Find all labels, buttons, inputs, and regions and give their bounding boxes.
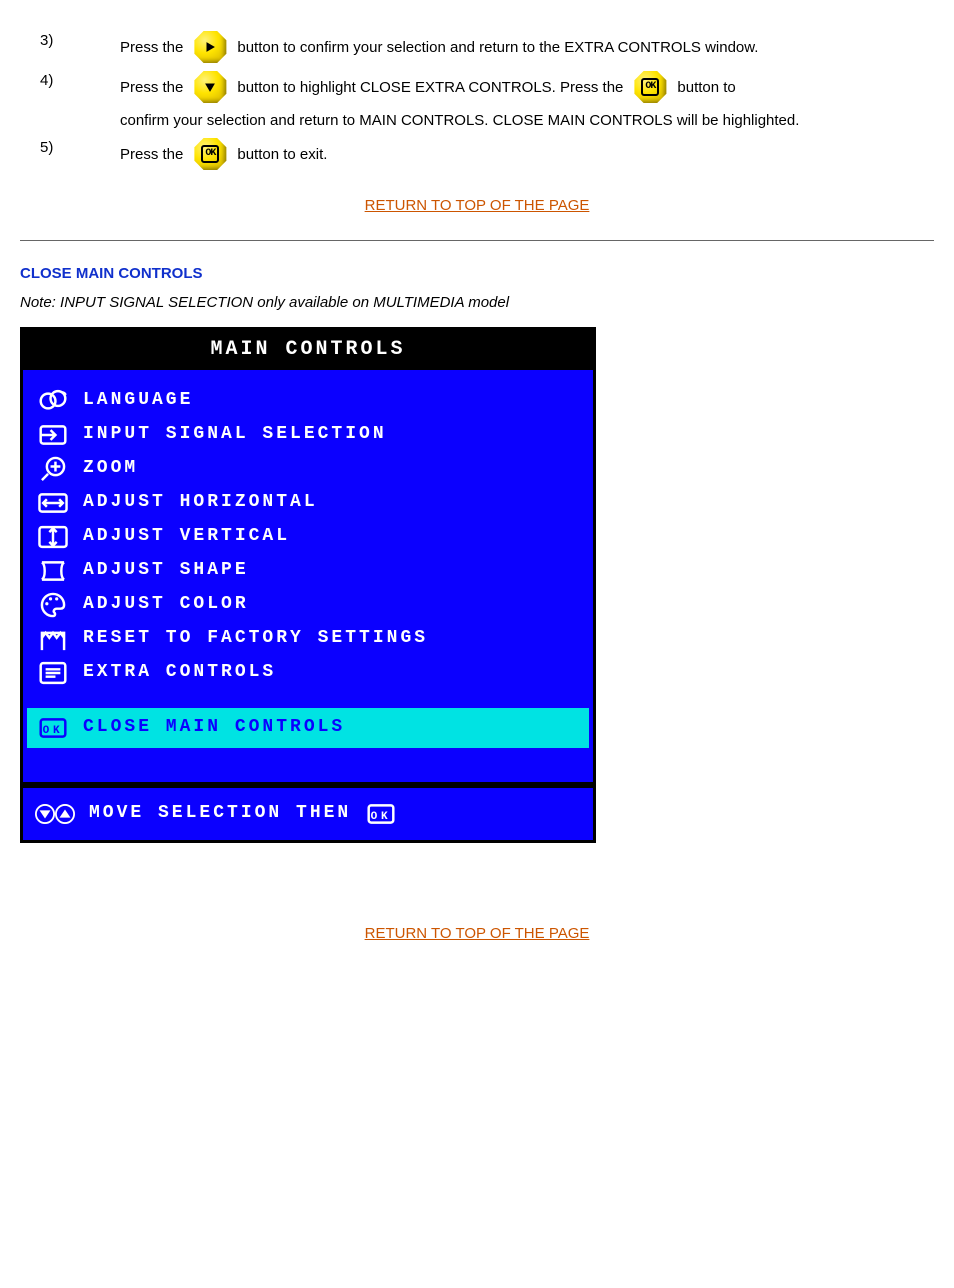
step-5: 5) Press the OK button to exit. xyxy=(40,137,934,171)
step-text: button to highlight CLOSE EXTRA CONTROLS… xyxy=(237,77,623,98)
osd-item-label: RESET TO FACTORY SETTINGS xyxy=(83,626,428,651)
step-text: button to confirm your selection and ret… xyxy=(237,37,758,58)
play-right-icon xyxy=(193,30,227,64)
osd-item-extra-controls: EXTRA CONTROLS xyxy=(33,656,583,690)
return-to-top-link[interactable]: RETURN TO TOP OF THE PAGE xyxy=(365,197,590,214)
step-4-continued: confirm your selection and return to MAI… xyxy=(40,110,934,131)
step-4: 4) Press the button to highlight CLOSE E… xyxy=(40,70,934,104)
note-body: INPUT SIGNAL SELECTION only available on… xyxy=(60,294,509,311)
osd-title: MAIN CONTROLS xyxy=(23,330,593,370)
step-text: button to exit. xyxy=(237,144,327,165)
step-text: Press the xyxy=(120,77,183,98)
instruction-steps: 3) Press the button to confirm your sele… xyxy=(40,30,934,171)
osd-panel: MAIN CONTROLS LANGUAGE INPUT SIGNAL SELE… xyxy=(20,327,596,843)
osd-item-label: ADJUST COLOR xyxy=(83,592,249,617)
ok-box-icon: OK xyxy=(37,712,69,744)
ok-button-icon: OK xyxy=(633,70,667,104)
step-3: 3) Press the button to confirm your sele… xyxy=(40,30,934,64)
step-number: 3) xyxy=(40,30,120,51)
note: Note: INPUT SIGNAL SELECTION only availa… xyxy=(20,292,934,313)
section-title: CLOSE MAIN CONTROLS xyxy=(20,263,934,284)
extra-controls-icon xyxy=(37,657,69,689)
osd-item-label: INPUT SIGNAL SELECTION xyxy=(83,422,387,447)
osd-item-label: ADJUST SHAPE xyxy=(83,558,249,583)
osd-item-adjust-horizontal: ADJUST HORIZONTAL xyxy=(33,486,583,520)
osd-item-label: ZOOM xyxy=(83,456,138,481)
osd-item-close-highlighted: OK CLOSE MAIN CONTROLS xyxy=(27,708,589,748)
note-label: Note: xyxy=(20,294,56,311)
osd-item-input-signal: INPUT SIGNAL SELECTION xyxy=(33,418,583,452)
step-text: confirm your selection and return to MAI… xyxy=(120,110,799,131)
osd-item-zoom: ZOOM xyxy=(33,452,583,486)
osd-item-label: EXTRA CONTROLS xyxy=(83,660,276,685)
svg-text:OK: OK xyxy=(43,725,64,737)
down-arrow-icon xyxy=(193,70,227,104)
horizontal-icon xyxy=(37,487,69,519)
osd-item-label: CLOSE MAIN CONTROLS xyxy=(83,715,345,740)
color-icon xyxy=(37,589,69,621)
vertical-icon xyxy=(37,521,69,553)
step-text: Press the xyxy=(120,37,183,58)
osd-item-adjust-shape: ADJUST SHAPE xyxy=(33,554,583,588)
divider xyxy=(20,240,934,241)
osd-footer: MOVE SELECTION THEN OK xyxy=(23,782,593,840)
osd-item-label: ADJUST HORIZONTAL xyxy=(83,490,318,515)
osd-item-reset: RESET TO FACTORY SETTINGS xyxy=(33,622,583,656)
osd-item-language: LANGUAGE xyxy=(33,384,583,418)
osd-footer-text: MOVE SELECTION THEN xyxy=(89,801,351,826)
ok-button-icon: OK xyxy=(193,137,227,171)
osd-body: LANGUAGE INPUT SIGNAL SELECTION ZOOM ADJ… xyxy=(23,370,593,782)
language-icon xyxy=(37,385,69,417)
shape-icon xyxy=(37,555,69,587)
svg-text:OK: OK xyxy=(371,811,392,823)
step-text: button to xyxy=(677,77,735,98)
osd-item-label: ADJUST VERTICAL xyxy=(83,524,290,549)
osd-item-label: LANGUAGE xyxy=(83,388,193,413)
osd-item-adjust-vertical: ADJUST VERTICAL xyxy=(33,520,583,554)
osd-item-adjust-color: ADJUST COLOR xyxy=(33,588,583,622)
up-down-nav-icon xyxy=(35,803,75,825)
zoom-icon xyxy=(37,453,69,485)
ok-box-icon: OK xyxy=(365,798,397,830)
return-to-top-link[interactable]: RETURN TO TOP OF THE PAGE xyxy=(365,925,590,942)
step-number: 5) xyxy=(40,137,120,158)
step-text: Press the xyxy=(120,144,183,165)
input-signal-icon xyxy=(37,419,69,451)
reset-icon xyxy=(37,623,69,655)
step-number: 4) xyxy=(40,70,120,91)
